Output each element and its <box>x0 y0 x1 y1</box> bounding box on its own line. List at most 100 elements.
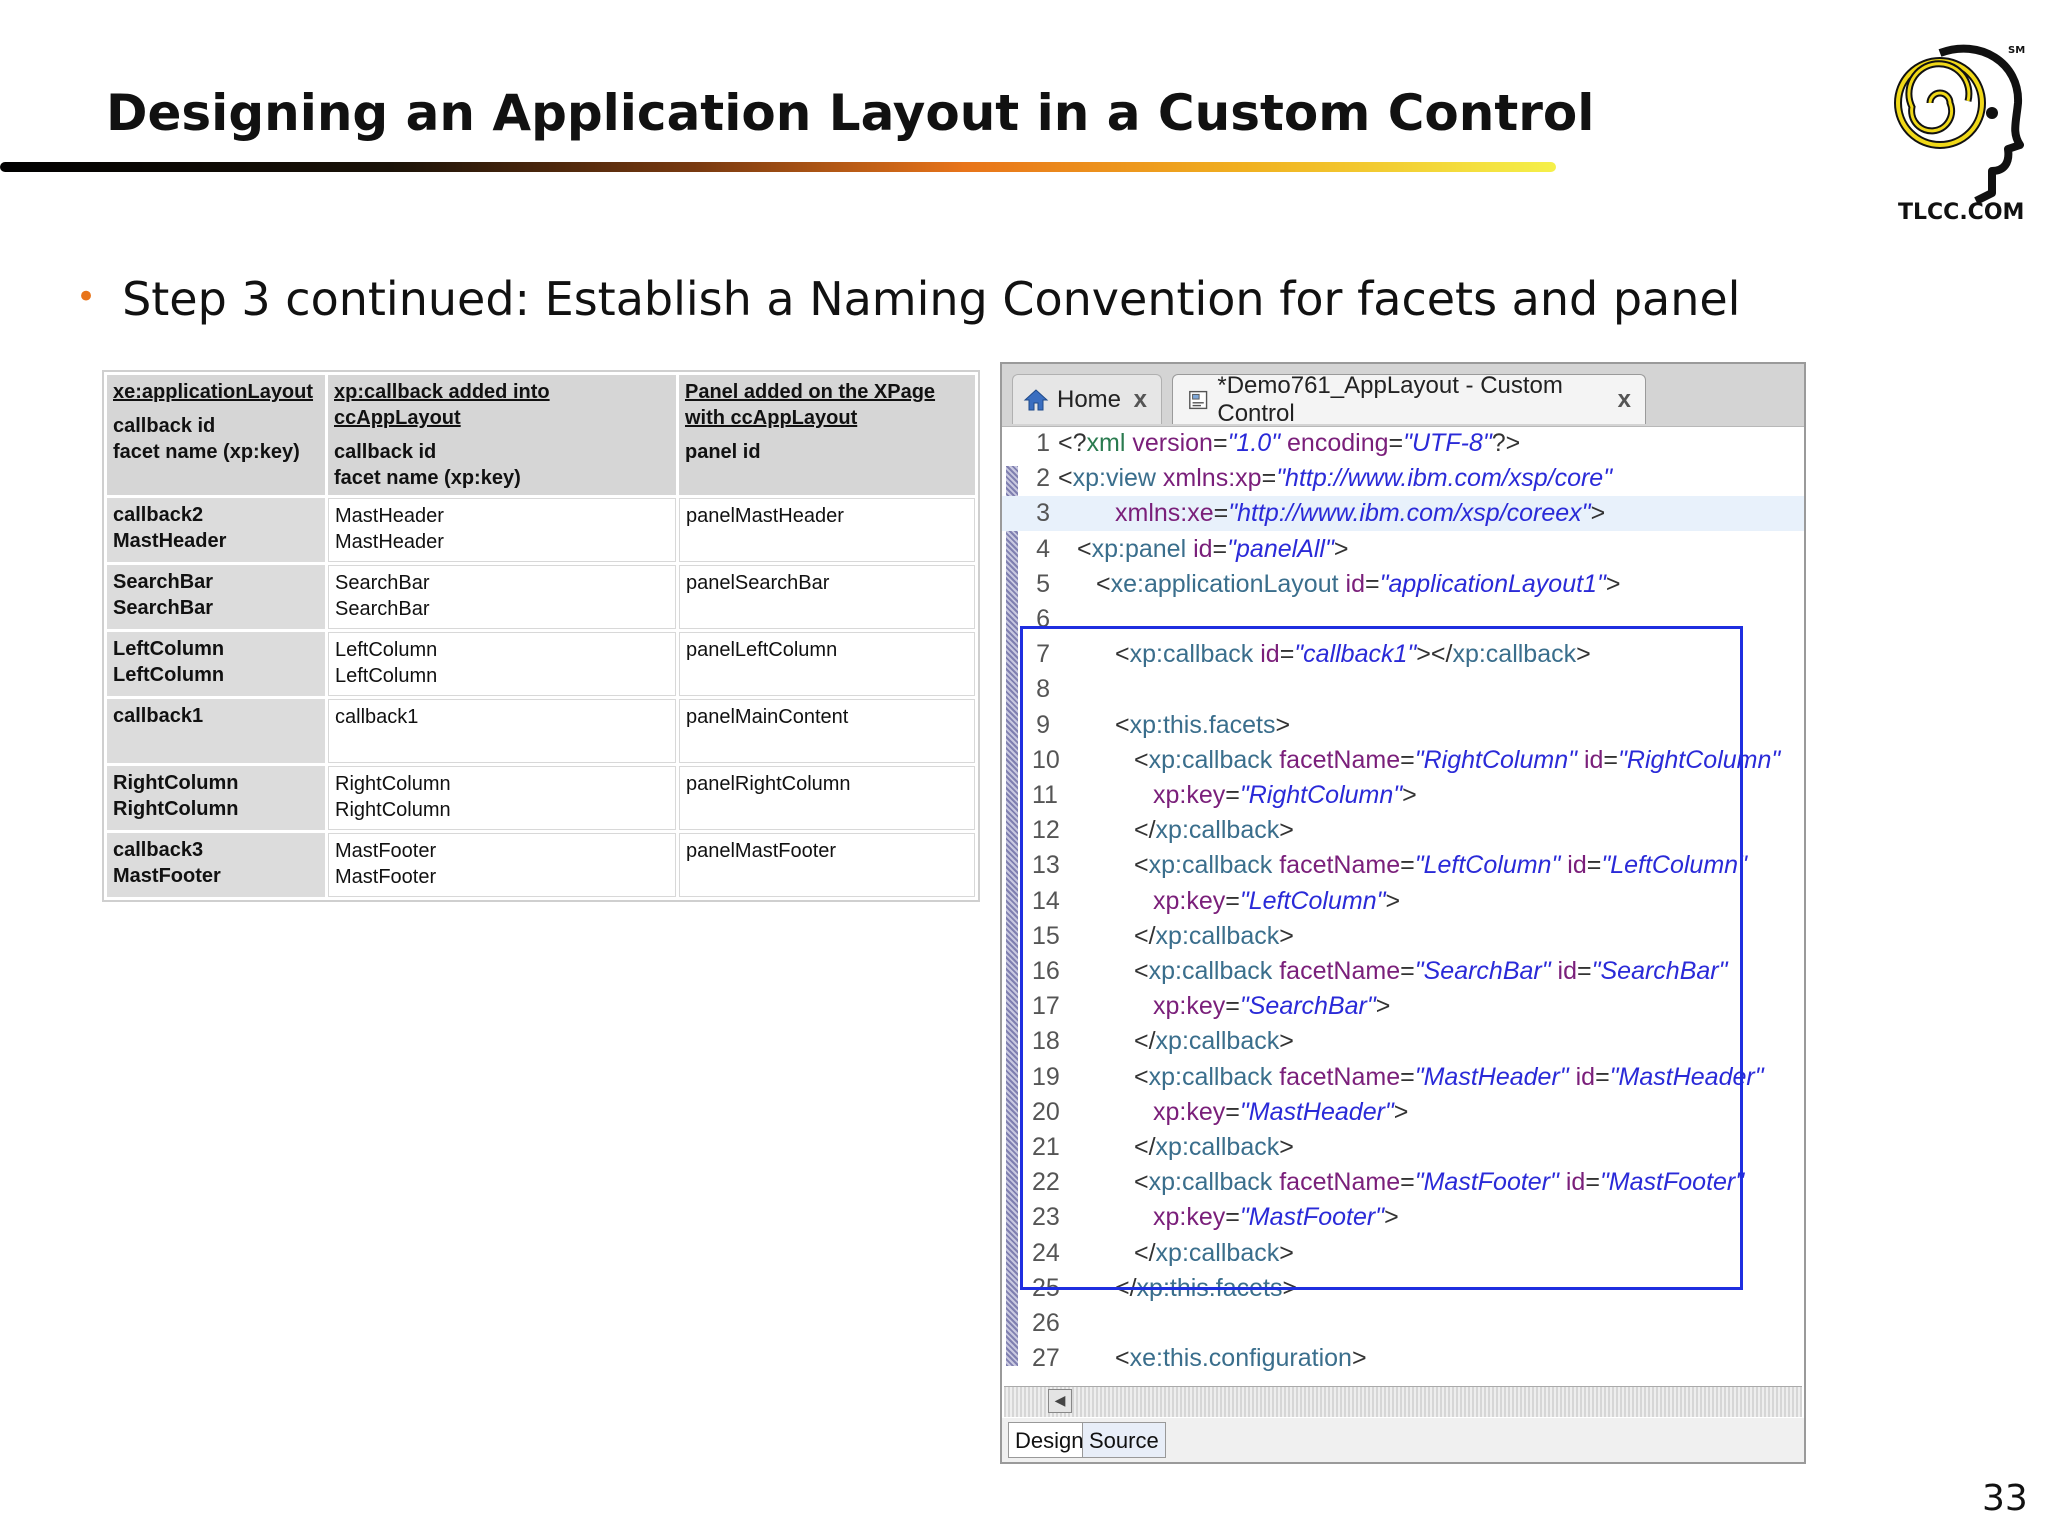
header-line: callback id <box>113 415 216 437</box>
code-token: version <box>1125 429 1213 457</box>
code-line: 26 <box>1002 1306 1804 1341</box>
table-row: callback3 MastFooter MastFooter MastFooter p… <box>107 833 975 897</box>
cell-line: SearchBar <box>335 598 430 620</box>
line-number: 3 <box>1036 499 1050 528</box>
code-line: 1 <?xml version="1.0" encoding="UTF-8"?> <box>1002 426 1804 461</box>
line-number: 26 <box>1032 1309 1060 1337</box>
code-line: 5 <xe:applicationLayout id="applicationLa… <box>1002 567 1804 602</box>
scroll-left-icon[interactable]: ◀ <box>1048 1389 1072 1413</box>
code-line: 4 <xp:panel id="panelAll"> <box>1002 532 1804 567</box>
header-line: callback id <box>334 441 437 463</box>
cell-line: LeftColumn <box>335 665 438 687</box>
code-token: "applicationLayout1" <box>1379 569 1606 598</box>
cell-line: panelMainContent <box>686 706 849 728</box>
code-text: <xp:panel id="panelAll"> <box>1077 532 1348 567</box>
cell-line: MastHeader <box>113 530 227 552</box>
code-token: "panelAll" <box>1227 534 1334 563</box>
table-cell: callback1 <box>328 699 676 763</box>
close-icon[interactable]: x <box>1618 386 1631 414</box>
tab-home[interactable]: Home x <box>1012 374 1162 424</box>
horizontal-scrollbar[interactable]: ◀ <box>1004 1386 1802 1417</box>
close-icon[interactable]: x <box>1134 386 1147 414</box>
table-cell: panelLeftColumn <box>679 632 975 696</box>
code-text: <xe:this.configuration> <box>1115 1341 1367 1376</box>
code-token: = <box>1364 569 1380 598</box>
header-title: xe:applicationLayout <box>113 381 314 403</box>
cell-line: panelMastFooter <box>686 840 837 862</box>
header-line: facet name (xp:key) <box>113 441 300 463</box>
code-text: <xp:view xmlns:xp="http://www.ibm.com/xs… <box>1058 461 1612 496</box>
cell-line: RightColumn <box>113 798 239 820</box>
code-line: 2 <xp:view xmlns:xp="http://www.ibm.com/x… <box>1002 461 1804 496</box>
cell-line: RightColumn <box>335 799 451 821</box>
cell-line: SearchBar <box>335 572 430 594</box>
table-header-cell: Panel added on the XPage with ccAppLayou… <box>679 375 975 495</box>
code-token: "UTF-8" <box>1403 429 1492 457</box>
line-number: 5 <box>1036 569 1050 598</box>
cell-line: panelSearchBar <box>686 572 830 594</box>
code-token: id <box>1186 534 1213 563</box>
code-text: <?xml version="1.0" encoding="UTF-8"?> <box>1058 426 1520 461</box>
code-token: < <box>1115 1344 1130 1373</box>
logo-text: TLCC.COM <box>1898 200 2025 225</box>
cell-line: MastFooter <box>335 866 437 888</box>
header-title: xp:callback added into ccAppLayout <box>334 381 550 429</box>
code-token: ?> <box>1491 429 1521 457</box>
tab-design[interactable]: Design <box>1008 1422 1091 1458</box>
code-token: = <box>1261 464 1277 493</box>
cell-line: MastFooter <box>335 840 437 862</box>
bullet-dot-icon: • <box>76 276 97 317</box>
table-cell: panelMastHeader <box>679 498 975 562</box>
line-number: 4 <box>1036 534 1050 563</box>
cell-line: callback1 <box>113 705 204 727</box>
code-token: xml <box>1086 429 1126 457</box>
line-number: 1 <box>1036 429 1050 457</box>
tab-home-label: Home <box>1057 385 1122 413</box>
table-cell: panelMastFooter <box>679 833 975 897</box>
table-cell: RightColumn RightColumn <box>328 766 676 830</box>
line-number: 27 <box>1032 1344 1060 1373</box>
cell-line: MastFooter <box>113 865 221 887</box>
table-row: callback2 MastHeader MastHeader MastHeader p… <box>107 498 975 562</box>
table-row: LeftColumn LeftColumn LeftColumn LeftColumn… <box>107 632 975 696</box>
table-header-cell: xe:applicationLayout callback id facet n… <box>107 375 325 495</box>
table-cell: LeftColumn LeftColumn <box>328 632 676 696</box>
table-cell: panelSearchBar <box>679 565 975 629</box>
cell-line: MastHeader <box>335 505 444 527</box>
code-line: 27 <xe:this.configuration> <box>1002 1341 1804 1376</box>
code-token: "1.0" <box>1227 429 1281 457</box>
header-line: panel id <box>685 441 761 463</box>
naming-convention-table: xe:applicationLayout callback id facet n… <box>102 370 980 902</box>
code-token: = <box>1388 429 1404 457</box>
table-cell: SearchBar SearchBar <box>107 565 325 629</box>
table-cell: RightColumn RightColumn <box>107 766 325 830</box>
code-token: > <box>1351 1344 1367 1373</box>
table-cell: panelMainContent <box>679 699 975 763</box>
code-token: < <box>1077 534 1092 563</box>
code-token: xe:this.configuration <box>1129 1344 1352 1373</box>
table-row: RightColumn RightColumn RightColumn RightCo… <box>107 766 975 830</box>
code-token: < <box>1058 464 1073 493</box>
code-token: xp:view <box>1072 464 1156 493</box>
tab-custom-control-label: *Demo761_AppLayout - Custom Control <box>1217 371 1563 427</box>
code-token: > <box>1590 499 1606 528</box>
table-body: callback2 MastHeader MastHeader MastHeader p… <box>107 498 975 897</box>
tab-custom-control[interactable]: *Demo761_AppLayout - Custom Control x <box>1172 372 1646 427</box>
tab-source[interactable]: Source <box>1082 1422 1166 1458</box>
cell-line: LeftColumn <box>335 639 438 661</box>
table-header-row: xe:applicationLayout callback id facet n… <box>107 375 975 495</box>
code-line: 3 xmlns:xe="http://www.ibm.com/xsp/coreex… <box>1002 496 1804 532</box>
cell-line: MastHeader <box>335 531 444 553</box>
code-text: xmlns:xe="http://www.ibm.com/xsp/coreex"… <box>1115 496 1605 531</box>
cell-line: LeftColumn <box>113 664 225 686</box>
cell-line: panelMastHeader <box>686 505 844 527</box>
code-token: "http://www.ibm.com/xsp/core" <box>1276 464 1613 493</box>
header-line: facet name (xp:key) <box>334 467 521 489</box>
table-cell: SearchBar SearchBar <box>328 565 676 629</box>
cell-line: panelLeftColumn <box>686 639 838 661</box>
code-token: "http://www.ibm.com/xsp/coreex" <box>1228 499 1591 528</box>
page-number: 33 <box>1982 1478 2028 1519</box>
cell-line: RightColumn <box>113 772 239 794</box>
code-token: id <box>1338 569 1365 598</box>
cell-line: SearchBar <box>113 571 214 593</box>
